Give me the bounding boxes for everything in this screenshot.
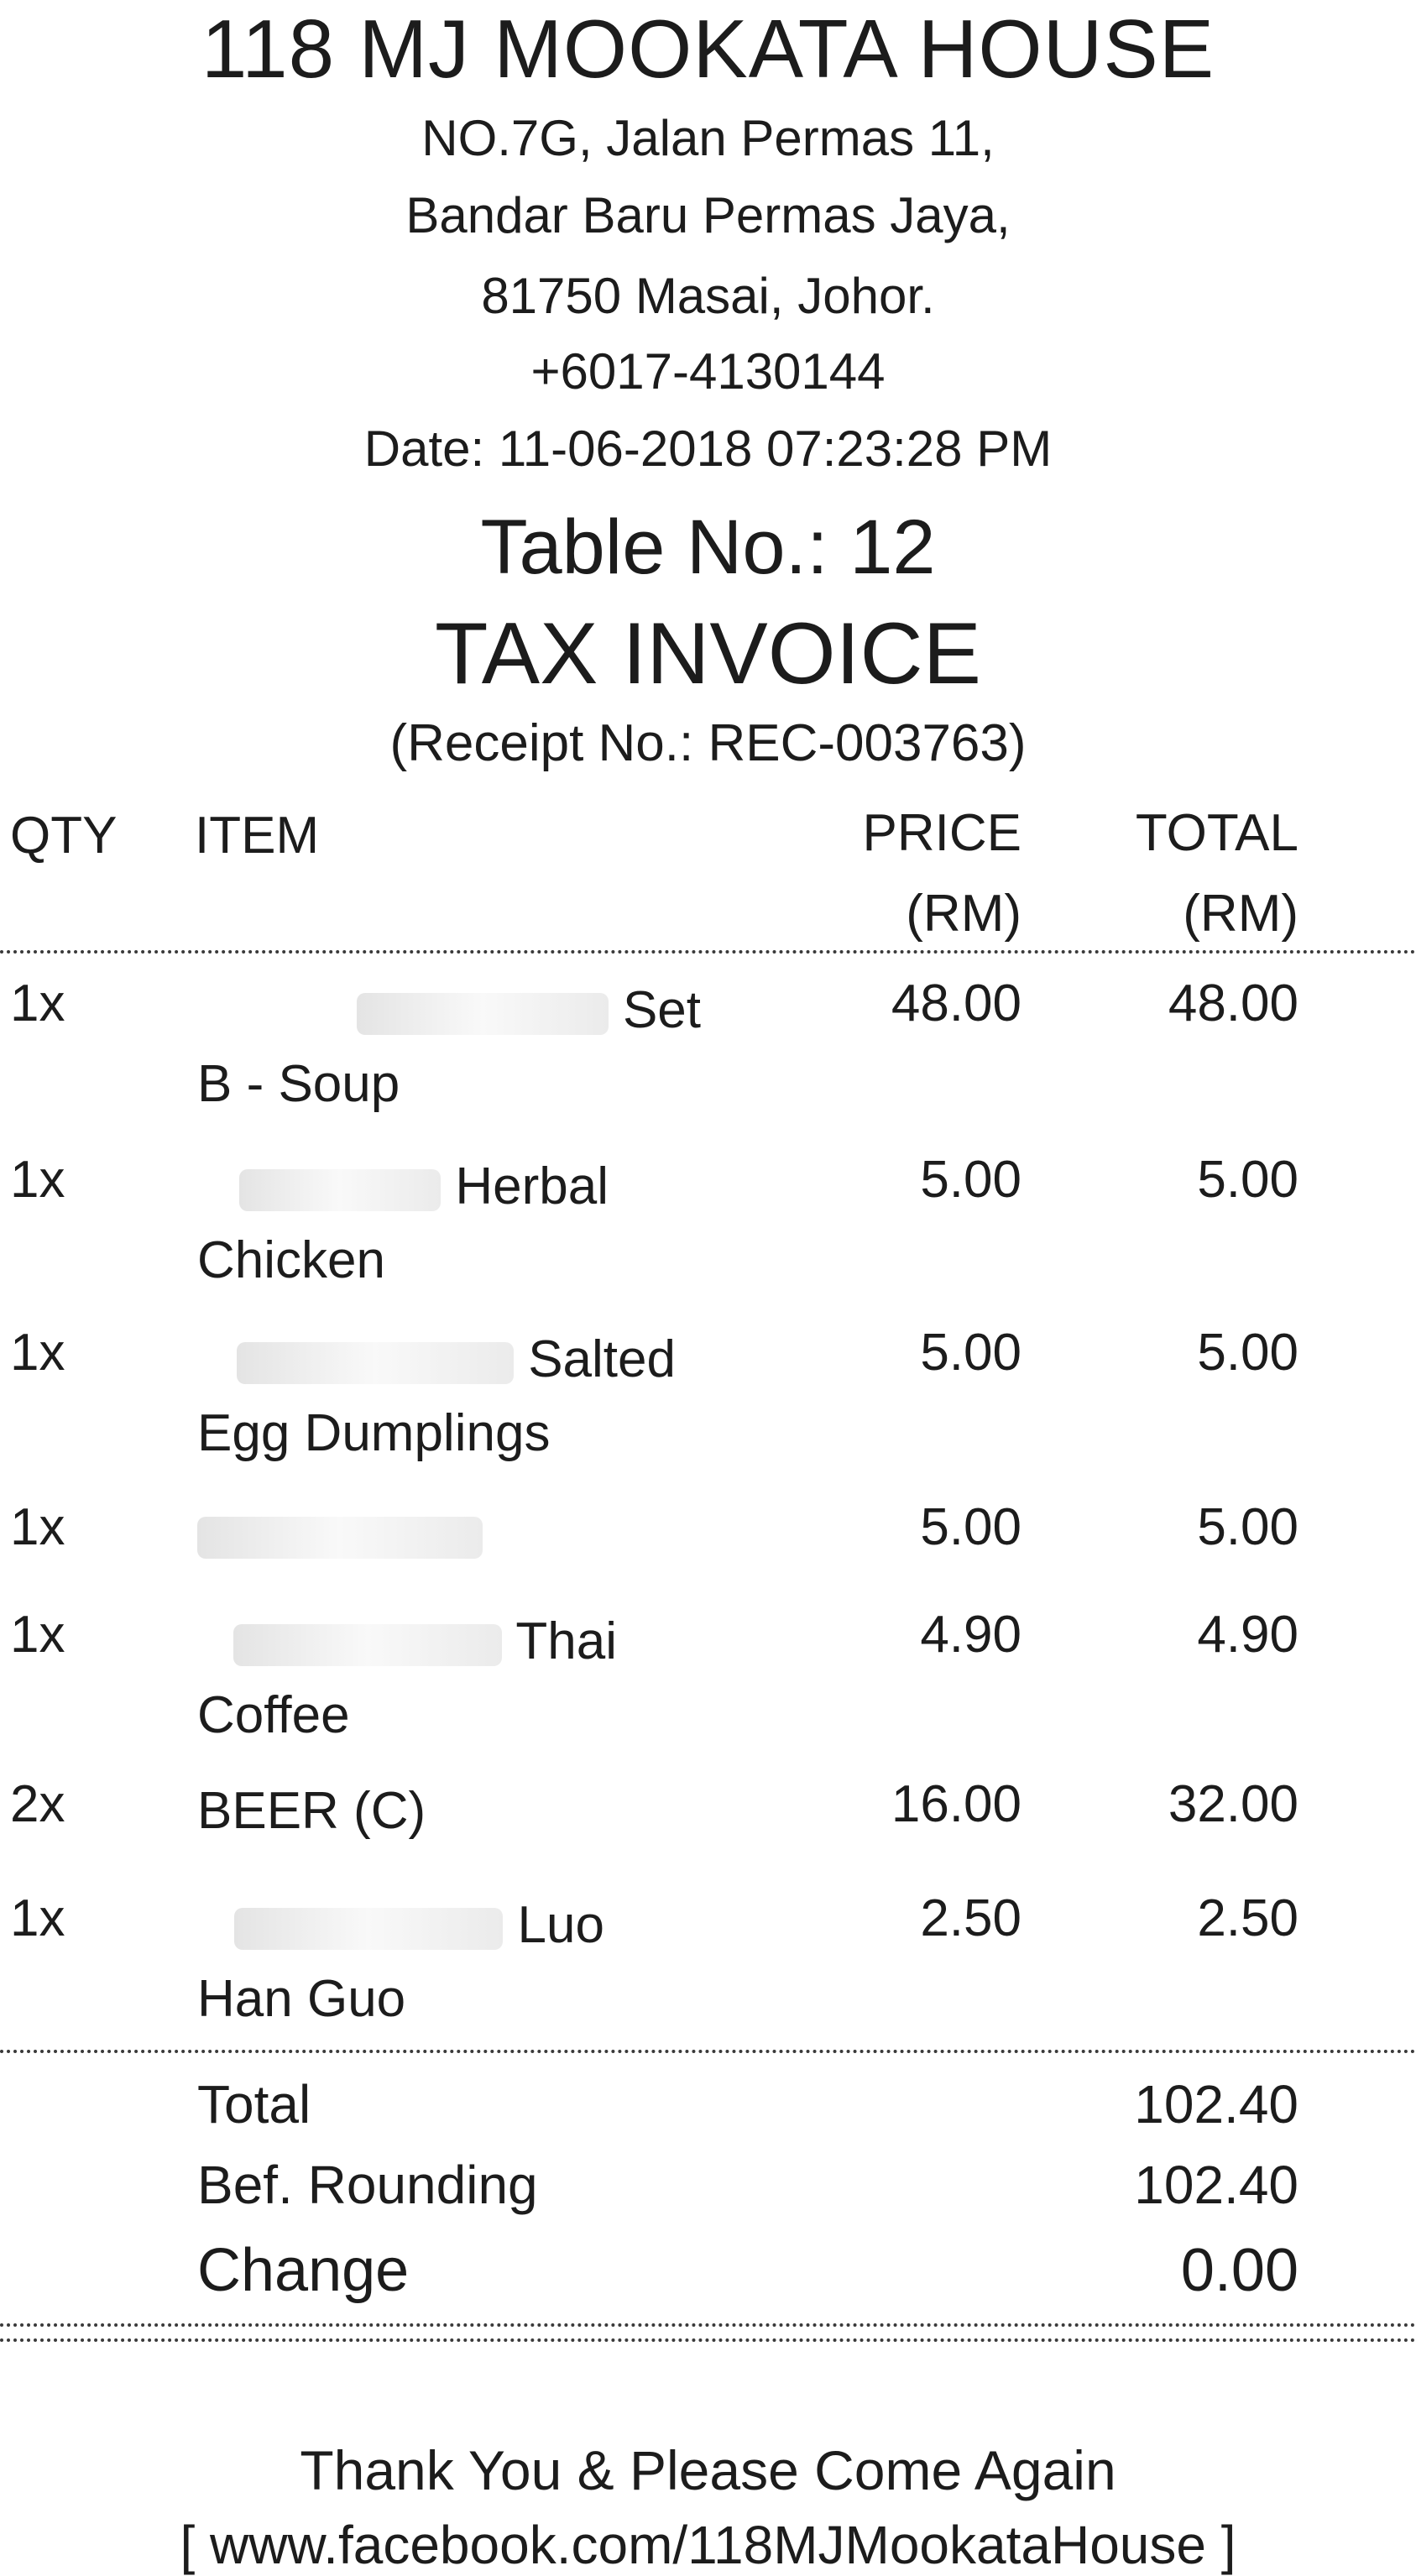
line-item-qty: 1x — [10, 1151, 65, 1209]
line-item-qty: 1x — [10, 1606, 65, 1664]
line-item-name-line1: Herbal — [197, 1150, 609, 1224]
line-item-qty: 1x — [10, 1889, 65, 1947]
line-item-total: 5.00 — [1197, 1151, 1298, 1209]
line-item-name-text: Salted — [528, 1330, 676, 1388]
redacted-text — [236, 1341, 514, 1384]
line-item-name-line1: BEER (C) — [197, 1782, 426, 1840]
line-item-name: Salted Egg Dumplings — [197, 1323, 676, 1471]
address-line-3: 81750 Masai, Johor. — [481, 268, 935, 324]
redacted-text — [234, 1907, 504, 1950]
line-item-total: 2.50 — [1197, 1889, 1298, 1947]
summary-divider-double — [0, 2338, 1416, 2342]
line-item-total: 4.90 — [1197, 1606, 1298, 1664]
total-value: 102.40 — [1134, 2074, 1298, 2134]
line-item-name — [197, 1497, 701, 1571]
header-divider — [0, 950, 1416, 954]
line-item-qty: 1x — [10, 1324, 65, 1382]
line-item-total: 5.00 — [1197, 1324, 1298, 1382]
line-item-name: Luo Han Guo — [197, 1889, 604, 2036]
line-item: 1x Luo Han Guo 2.50 2.50 — [0, 1889, 1416, 2056]
change-value: 0.00 — [1180, 2237, 1298, 2304]
before-rounding-value: 102.40 — [1134, 2155, 1298, 2215]
before-rounding-label: Bef. Rounding — [197, 2155, 538, 2215]
line-item-name-line2: Egg Dumplings — [197, 1404, 551, 1462]
line-item-name-line2: Coffee — [197, 1686, 350, 1744]
line-item: 1x 5.00 5.00 — [0, 1497, 1416, 1581]
line-item-name-line1 — [197, 1497, 701, 1571]
redacted-text — [233, 1623, 503, 1666]
line-item-price: 5.00 — [920, 1498, 1022, 1556]
line-item-total: 5.00 — [1197, 1498, 1298, 1556]
line-item-name-line1: Thai — [197, 1605, 617, 1679]
redacted-text — [356, 992, 609, 1035]
line-item-name-text: Luo — [517, 1896, 604, 1954]
store-name: 118 MJ MOOKATA HOUSE — [201, 3, 1215, 95]
line-item-name-line2: B - Soup — [197, 1055, 400, 1113]
line-item: 2x BEER (C) 16.00 32.00 — [0, 1774, 1416, 1858]
line-item: 1x Herbal Chicken 5.00 5.00 — [0, 1150, 1416, 1318]
column-header-qty: QTY — [10, 807, 118, 865]
column-header-price: PRICE (RM) — [863, 793, 1022, 954]
column-header-price-label: PRICE — [862, 804, 1022, 862]
line-item-name: Thai Coffee — [197, 1605, 617, 1753]
line-item-name: Herbal Chicken — [197, 1150, 609, 1298]
address-line-2: Bandar Baru Permas Jaya, — [405, 187, 1011, 243]
change-label: Change — [197, 2237, 410, 2304]
line-item-name-line1: Salted — [197, 1323, 676, 1397]
receipt-number: (Receipt No.: REC-003763) — [389, 714, 1027, 772]
line-item: 1x Salted Egg Dumplings 5.00 5.00 — [0, 1323, 1416, 1491]
line-item-name-line2: Han Guo — [197, 1970, 406, 2028]
line-item-name: Set B - Soup — [197, 974, 701, 1121]
line-item-price: 5.00 — [920, 1324, 1022, 1382]
line-item-qty: 2x — [10, 1775, 65, 1833]
phone-number: +6017-4130144 — [530, 343, 886, 400]
line-item-price: 4.90 — [920, 1606, 1022, 1664]
line-item: 1x Thai Coffee 4.90 4.90 — [0, 1605, 1416, 1773]
line-item-price: 5.00 — [920, 1151, 1022, 1209]
line-item-qty: 1x — [10, 974, 65, 1032]
column-header-total-unit: (RM) — [1183, 885, 1298, 943]
summary-divider — [0, 2323, 1416, 2327]
invoice-date: Date: 11-06-2018 07:23:28 PM — [363, 421, 1053, 477]
invoice-title: TAX INVOICE — [434, 605, 982, 703]
address-line-1: NO.7G, Jalan Permas 11, — [421, 110, 995, 166]
line-item-qty: 1x — [10, 1498, 65, 1556]
column-header-total: TOTAL (RM) — [1136, 793, 1298, 954]
column-header-item: ITEM — [195, 807, 320, 865]
redacted-text — [197, 1516, 483, 1559]
thank-you-message: Thank You & Please Come Again — [300, 2439, 1116, 2501]
items-divider — [0, 2050, 1416, 2053]
line-item-name: BEER (C) — [197, 1774, 701, 1848]
line-item-name-line2: Chicken — [197, 1231, 385, 1289]
line-item-price: 16.00 — [891, 1775, 1022, 1833]
redacted-text — [239, 1168, 442, 1211]
line-item-name-line1: Luo — [197, 1889, 604, 1962]
line-item-name-line1: Set — [197, 974, 701, 1048]
column-header-total-label: TOTAL — [1135, 804, 1298, 862]
column-header-price-unit: (RM) — [906, 885, 1022, 943]
line-item-price: 48.00 — [891, 974, 1022, 1032]
line-item-price: 2.50 — [920, 1889, 1022, 1947]
line-item: 1x Set B - Soup 48.00 48.00 — [0, 974, 1416, 1142]
line-item-total: 32.00 — [1168, 1775, 1298, 1833]
line-item-name-text: Thai — [515, 1612, 617, 1670]
table-number: Table No.: 12 — [480, 504, 936, 590]
receipt: 118 MJ MOOKATA HOUSE NO.7G, Jalan Permas… — [0, 0, 1416, 2575]
facebook-link: [ www.facebook.com/118MJMookataHouse ] — [180, 2515, 1236, 2575]
total-label: Total — [197, 2074, 311, 2134]
line-item-name-text: Set — [622, 981, 701, 1039]
line-item-name-text: Herbal — [455, 1157, 609, 1215]
line-item-total: 48.00 — [1168, 974, 1298, 1032]
